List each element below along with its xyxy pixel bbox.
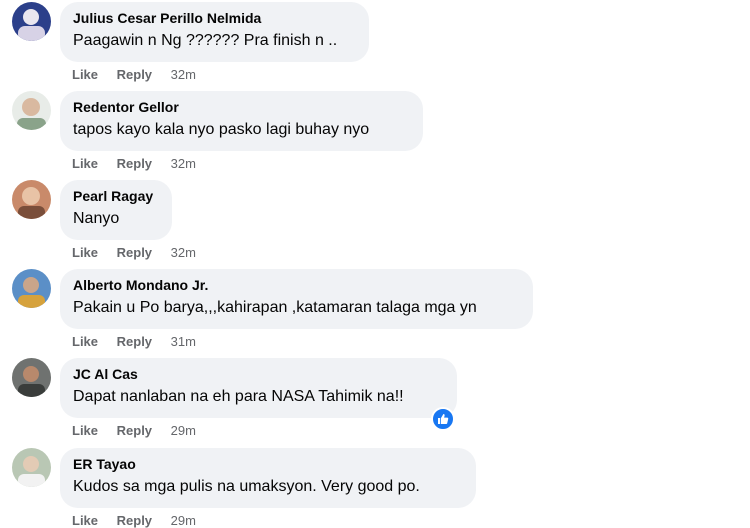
comment-author[interactable]: JC Al Cas [73, 366, 444, 383]
comment-text: Nanyo [73, 210, 120, 227]
comment-text: Kudos sa mga pulis na umaksyon. Very goo… [73, 478, 420, 495]
like-icon [438, 414, 449, 424]
comment-bubble: Pearl Ragay Nanyo [60, 180, 172, 240]
comment-actions: Like Reply 29m [72, 513, 196, 528]
avatar[interactable] [12, 448, 51, 487]
comment-author[interactable]: ER Tayao [73, 456, 463, 473]
avatar[interactable] [12, 358, 51, 397]
comment-timestamp[interactable]: 29m [171, 513, 196, 528]
comment-timestamp[interactable]: 29m [171, 423, 196, 438]
like-button[interactable]: Like [72, 334, 98, 349]
comment-bubble: Alberto Mondano Jr. Pakain u Po barya,,,… [60, 269, 533, 329]
comment-actions: Like Reply 32m [72, 156, 196, 171]
comment-actions: Like Reply 32m [72, 67, 196, 82]
comment-author[interactable]: Redentor Gellor [73, 99, 410, 116]
comment-bubble: ER Tayao Kudos sa mga pulis na umaksyon.… [60, 448, 476, 508]
reply-button[interactable]: Reply [117, 423, 152, 438]
reply-button[interactable]: Reply [117, 245, 152, 260]
comment-text: Pakain u Po barya,,,kahirapan ,katamaran… [73, 299, 477, 316]
avatar[interactable] [12, 91, 51, 130]
comment-timestamp[interactable]: 32m [171, 156, 196, 171]
comment-actions: Like Reply 31m [72, 334, 196, 349]
comment-author[interactable]: Alberto Mondano Jr. [73, 277, 520, 294]
comment-timestamp[interactable]: 32m [171, 67, 196, 82]
comment-author[interactable]: Julius Cesar Perillo Nelmida [73, 10, 356, 27]
avatar[interactable] [12, 180, 51, 219]
comment-bubble: Julius Cesar Perillo Nelmida Paagawin n … [60, 2, 369, 62]
avatar[interactable] [12, 269, 51, 308]
comment-timestamp[interactable]: 31m [171, 334, 196, 349]
reply-button[interactable]: Reply [117, 334, 152, 349]
like-button[interactable]: Like [72, 156, 98, 171]
comment-actions: Like Reply 29m [72, 423, 196, 438]
comment-text: Paagawin n Ng ?????? Pra finish n .. [73, 32, 338, 49]
like-button[interactable]: Like [72, 423, 98, 438]
like-button[interactable]: Like [72, 67, 98, 82]
comment-text: Dapat nanlaban na eh para NASA Tahimik n… [73, 388, 404, 405]
like-button[interactable]: Like [72, 245, 98, 260]
reply-button[interactable]: Reply [117, 513, 152, 528]
comment-author[interactable]: Pearl Ragay [73, 188, 159, 205]
like-button[interactable]: Like [72, 513, 98, 528]
comment-text: tapos kayo kala nyo pasko lagi buhay nyo [73, 121, 370, 138]
reaction-badge[interactable] [431, 407, 455, 431]
comment-actions: Like Reply 32m [72, 245, 196, 260]
reply-button[interactable]: Reply [117, 67, 152, 82]
comment-bubble: Redentor Gellor tapos kayo kala nyo pask… [60, 91, 423, 151]
avatar[interactable] [12, 2, 51, 41]
reply-button[interactable]: Reply [117, 156, 152, 171]
comment-bubble: JC Al Cas Dapat nanlaban na eh para NASA… [60, 358, 457, 418]
comment-timestamp[interactable]: 32m [171, 245, 196, 260]
